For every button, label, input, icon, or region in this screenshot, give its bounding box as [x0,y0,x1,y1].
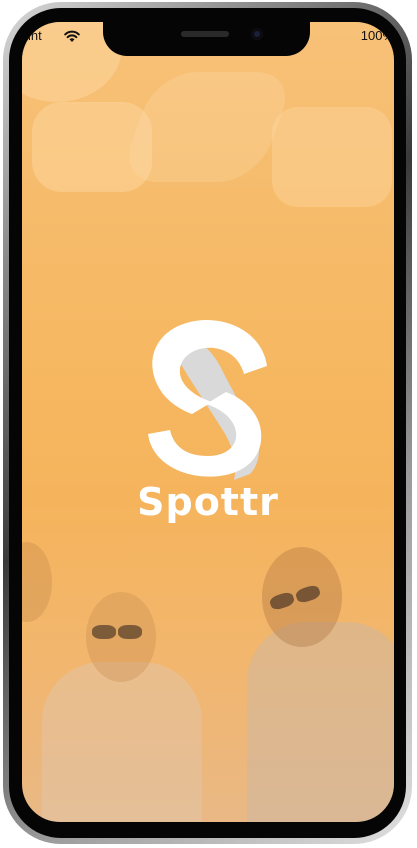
sunglasses-lens [118,625,142,639]
brand-name: Spottr [137,480,279,524]
splash-screen: int 100% Spottr [22,22,394,822]
front-camera-icon [251,28,263,40]
background-shape [116,72,298,182]
photo-person-woman-body [42,662,202,822]
device-mockup: int 100% Spottr [0,0,417,848]
battery-percentage: 100% [360,28,394,43]
spottr-s-logo-icon [148,319,267,480]
speaker-grille [181,31,229,37]
photo-person-man-body [247,622,394,822]
background-shape [272,107,392,207]
sunglasses-lens [92,625,116,639]
carrier-label: int [28,28,42,43]
wifi-icon [64,30,80,42]
phone-notch [103,22,310,56]
photo-person-left-edge [22,542,52,622]
